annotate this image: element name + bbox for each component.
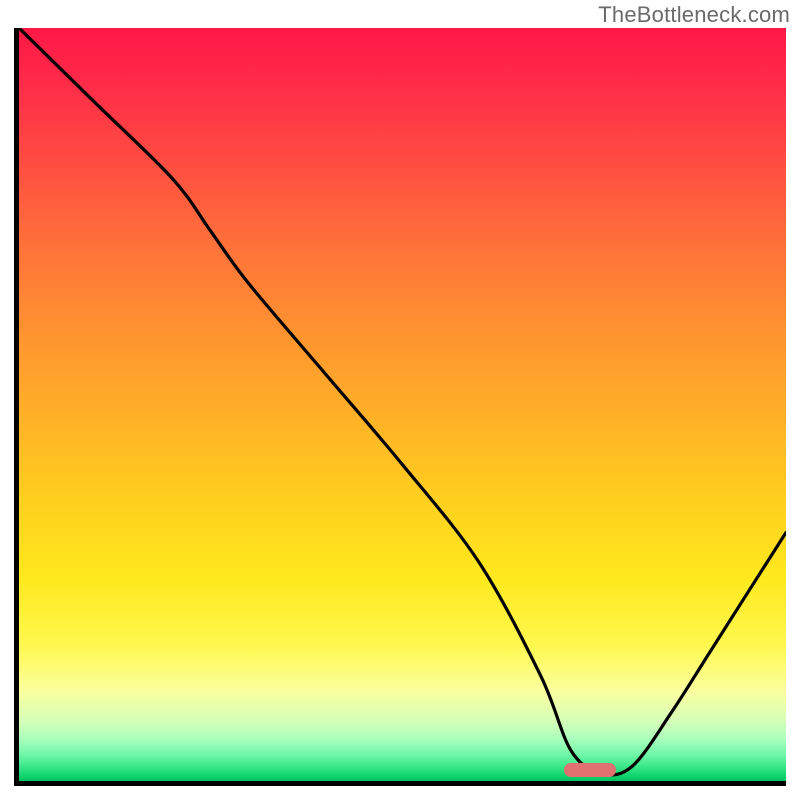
curve-svg [19, 28, 786, 781]
optimal-marker [564, 763, 616, 777]
plot-area [14, 28, 786, 786]
bottleneck-curve [19, 28, 786, 775]
watermark-text: TheBottleneck.com [598, 2, 790, 28]
chart-container: TheBottleneck.com [0, 0, 800, 800]
